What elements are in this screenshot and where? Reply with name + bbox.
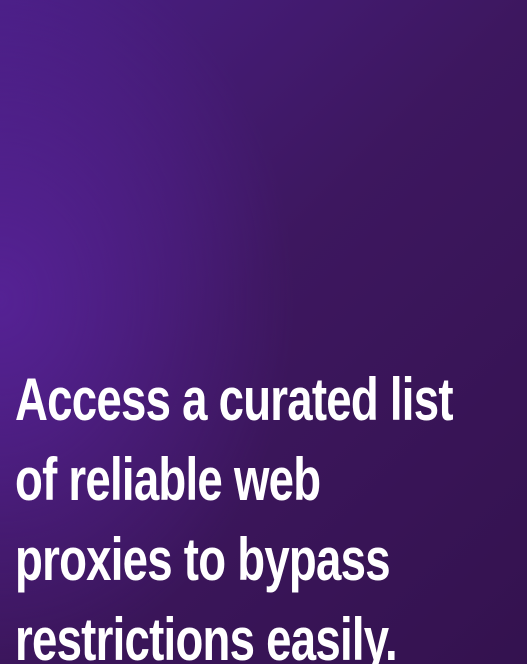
headline-line-4: restrictions easily.: [15, 606, 398, 664]
headline-line-3: proxies to bypass: [15, 526, 391, 593]
headline: Access a curated list of reliable web pr…: [15, 360, 501, 664]
promo-card: Access a curated list of reliable web pr…: [0, 0, 527, 664]
headline-line-1: Access a curated list: [15, 366, 454, 433]
headline-line-2: of reliable web: [15, 446, 321, 513]
